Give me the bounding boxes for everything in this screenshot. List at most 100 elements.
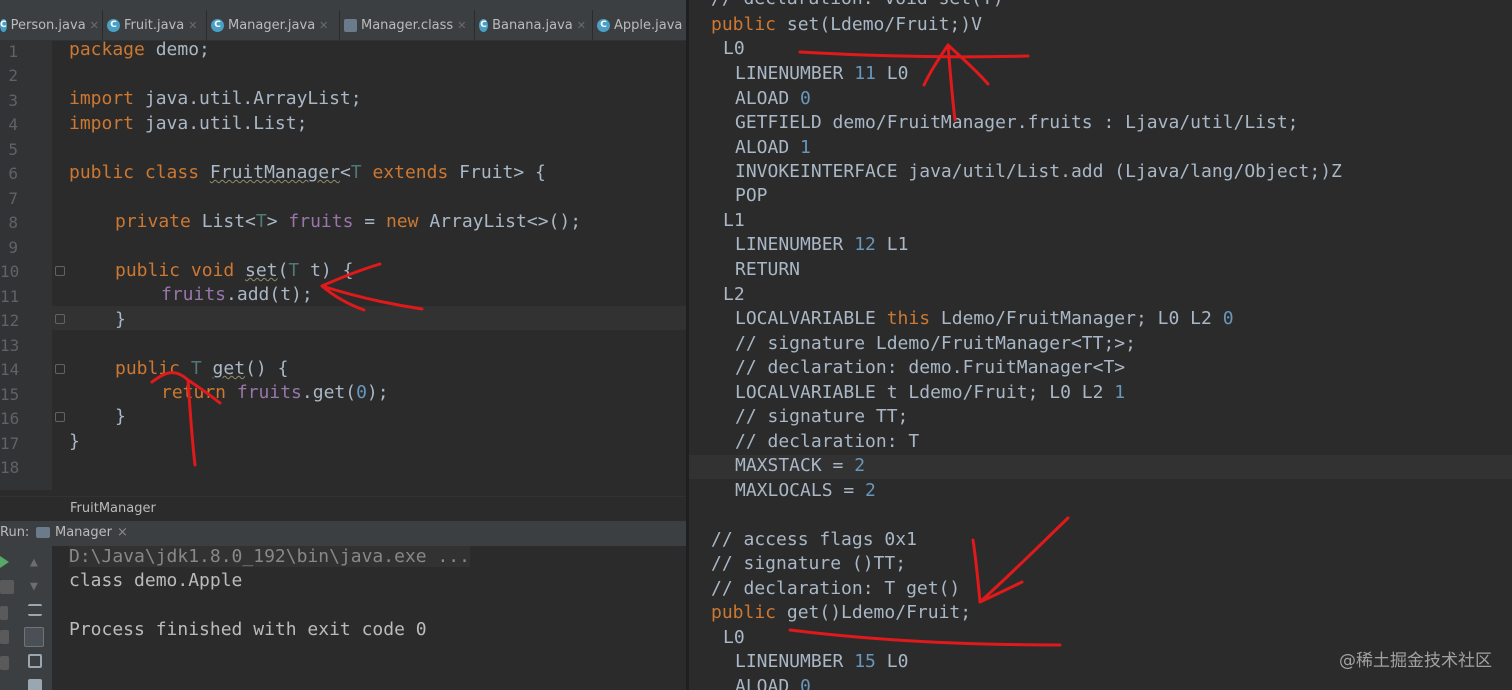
bc-label: L2 bbox=[723, 284, 745, 305]
line-number: 15 bbox=[0, 385, 20, 404]
bc-line: LOCALVARIABLE this Ldemo/FruitManager; L… bbox=[735, 308, 1234, 329]
code-line-12: } bbox=[115, 309, 126, 330]
line-number: 17 bbox=[0, 434, 20, 453]
line-number: 5 bbox=[8, 140, 18, 159]
line-number: 6 bbox=[8, 164, 18, 183]
class-icon: C bbox=[597, 18, 610, 32]
bc-label: L0 bbox=[723, 627, 745, 648]
console-line-4: Process finished with exit code 0 bbox=[69, 619, 427, 640]
run-config-icon bbox=[36, 527, 50, 538]
line-number: 9 bbox=[8, 238, 18, 257]
bc-comment: // signature TT; bbox=[735, 406, 909, 427]
close-icon[interactable]: ✕ bbox=[188, 19, 197, 32]
bc-line: POP bbox=[735, 185, 768, 206]
bc-comment: // declaration: T bbox=[735, 431, 920, 452]
line-number: 1 bbox=[8, 42, 18, 61]
close-icon[interactable]: ✕ bbox=[457, 19, 466, 32]
class-icon: C bbox=[0, 18, 7, 32]
bc-decl-set: // declaration: void set(T) bbox=[711, 0, 1004, 9]
code-line-16: } bbox=[115, 406, 126, 427]
code-line-6: public class FruitManager<T extends Frui… bbox=[69, 162, 546, 183]
bc-comment: // access flags 0x1 bbox=[711, 529, 917, 550]
code-line-14: public T get() { bbox=[115, 358, 289, 379]
run-label: Run: bbox=[0, 525, 30, 540]
pause-icon[interactable] bbox=[0, 606, 8, 620]
class-icon: C bbox=[107, 18, 120, 32]
console-line-2: class demo.Apple bbox=[69, 570, 243, 591]
bc-comment: // signature Ldemo/FruitManager<TT;>; bbox=[735, 333, 1136, 354]
run-toolbar-side: ▲ ▼ bbox=[0, 546, 52, 690]
class-icon: C bbox=[479, 18, 489, 32]
arrow-down-icon[interactable]: ▼ bbox=[30, 579, 44, 594]
line-number: 11 bbox=[0, 287, 20, 306]
code-line-1: package demo; bbox=[69, 39, 210, 60]
class-file-icon bbox=[344, 18, 357, 32]
trash-icon[interactable] bbox=[28, 679, 42, 690]
bc-line: ALOAD 0 bbox=[735, 88, 811, 109]
line-number: 16 bbox=[0, 409, 20, 428]
bc-line: LINENUMBER 15 L0 bbox=[735, 651, 909, 672]
line-number: 4 bbox=[8, 115, 18, 134]
code-line-17: } bbox=[69, 431, 80, 452]
line-number: 7 bbox=[8, 189, 18, 208]
bc-label: L0 bbox=[723, 38, 745, 59]
bc-comment: // declaration: T get() bbox=[711, 578, 961, 599]
scroll-to-end-icon[interactable] bbox=[24, 627, 44, 647]
settings-icon[interactable] bbox=[0, 656, 9, 670]
bc-comment: // signature ()TT; bbox=[711, 553, 907, 574]
run-tool-bar: Run: Manager × bbox=[0, 521, 686, 546]
tab-apple-java[interactable]: C Apple.java bbox=[593, 10, 686, 40]
code-line-15: return fruits.get(0); bbox=[161, 382, 389, 403]
line-number: 10 bbox=[0, 262, 20, 281]
line-number: 12 bbox=[0, 311, 20, 330]
rerun-icon[interactable] bbox=[0, 556, 9, 568]
code-line-4: import java.util.List; bbox=[69, 113, 308, 134]
code-line-11: fruits.add(t); bbox=[161, 284, 313, 305]
fold-icon[interactable] bbox=[55, 412, 65, 422]
arrow-up-icon[interactable]: ▲ bbox=[30, 555, 44, 570]
class-icon: C bbox=[211, 18, 224, 32]
close-icon[interactable]: ✕ bbox=[90, 19, 99, 32]
soft-wrap-icon[interactable] bbox=[28, 604, 42, 616]
stop-icon[interactable] bbox=[0, 580, 14, 594]
line-number: 14 bbox=[0, 360, 20, 379]
bc-set-signature: public set(Ldemo/Fruit;)V bbox=[711, 14, 982, 35]
breadcrumb[interactable]: FruitManager bbox=[0, 496, 686, 521]
bc-line: LINENUMBER 11 L0 bbox=[735, 63, 909, 84]
close-icon[interactable]: × bbox=[117, 525, 128, 540]
bc-line: LOCALVARIABLE t Ldemo/Fruit; L0 L2 1 bbox=[735, 382, 1126, 403]
print-icon[interactable] bbox=[28, 654, 42, 668]
bc-line: ALOAD 0 bbox=[735, 676, 811, 690]
editor-tab-bar: C Person.java ✕ C Fruit.java ✕ C Manager.java… bbox=[0, 10, 686, 41]
code-line-8: private List<T> fruits = new ArrayList<>… bbox=[115, 211, 582, 232]
code-line-3: import java.util.ArrayList; bbox=[69, 88, 362, 109]
fold-icon[interactable] bbox=[55, 314, 65, 324]
close-icon[interactable]: ✕ bbox=[577, 19, 586, 32]
fold-icon[interactable] bbox=[55, 266, 65, 276]
bytecode-pane: // declaration: void set(T) public set(L… bbox=[689, 0, 1512, 690]
console-line-1: D:\Java\jdk1.8.0_192\bin\java.exe ... bbox=[69, 546, 470, 567]
run-tab-manager[interactable]: Manager × bbox=[36, 525, 128, 540]
bc-line: RETURN bbox=[735, 259, 801, 280]
tab-manager-class[interactable]: Manager.class ✕ bbox=[340, 10, 475, 40]
bc-line: ALOAD 1 bbox=[735, 137, 811, 158]
watermark: @稀土掘金技术社区 bbox=[1339, 651, 1492, 671]
bc-line: MAXSTACK = 2 bbox=[735, 455, 866, 476]
fold-icon[interactable] bbox=[55, 364, 65, 374]
tab-banana-java[interactable]: C Banana.java ✕ bbox=[475, 10, 593, 40]
tab-manager-java[interactable]: C Manager.java ✕ bbox=[207, 10, 340, 40]
tab-fruit-java[interactable]: C Fruit.java ✕ bbox=[103, 10, 207, 40]
bc-get-signature: public get()Ldemo/Fruit; bbox=[711, 602, 972, 623]
line-number: 2 bbox=[8, 66, 18, 85]
line-number: 8 bbox=[8, 213, 18, 232]
editor-pane: C Person.java ✕ C Fruit.java ✕ C Manager.java… bbox=[0, 0, 686, 690]
line-number: 13 bbox=[0, 336, 20, 355]
line-number: 18 bbox=[0, 458, 20, 477]
code-line-10: public void set(T t) { bbox=[115, 260, 354, 281]
current-line-highlight bbox=[52, 306, 686, 330]
dump-icon[interactable] bbox=[0, 630, 9, 644]
bc-line: GETFIELD demo/FruitManager.fruits : Ljav… bbox=[735, 112, 1299, 133]
close-icon[interactable]: ✕ bbox=[319, 19, 328, 32]
window-top-strip bbox=[0, 0, 686, 10]
tab-person-java[interactable]: C Person.java ✕ bbox=[0, 10, 103, 40]
